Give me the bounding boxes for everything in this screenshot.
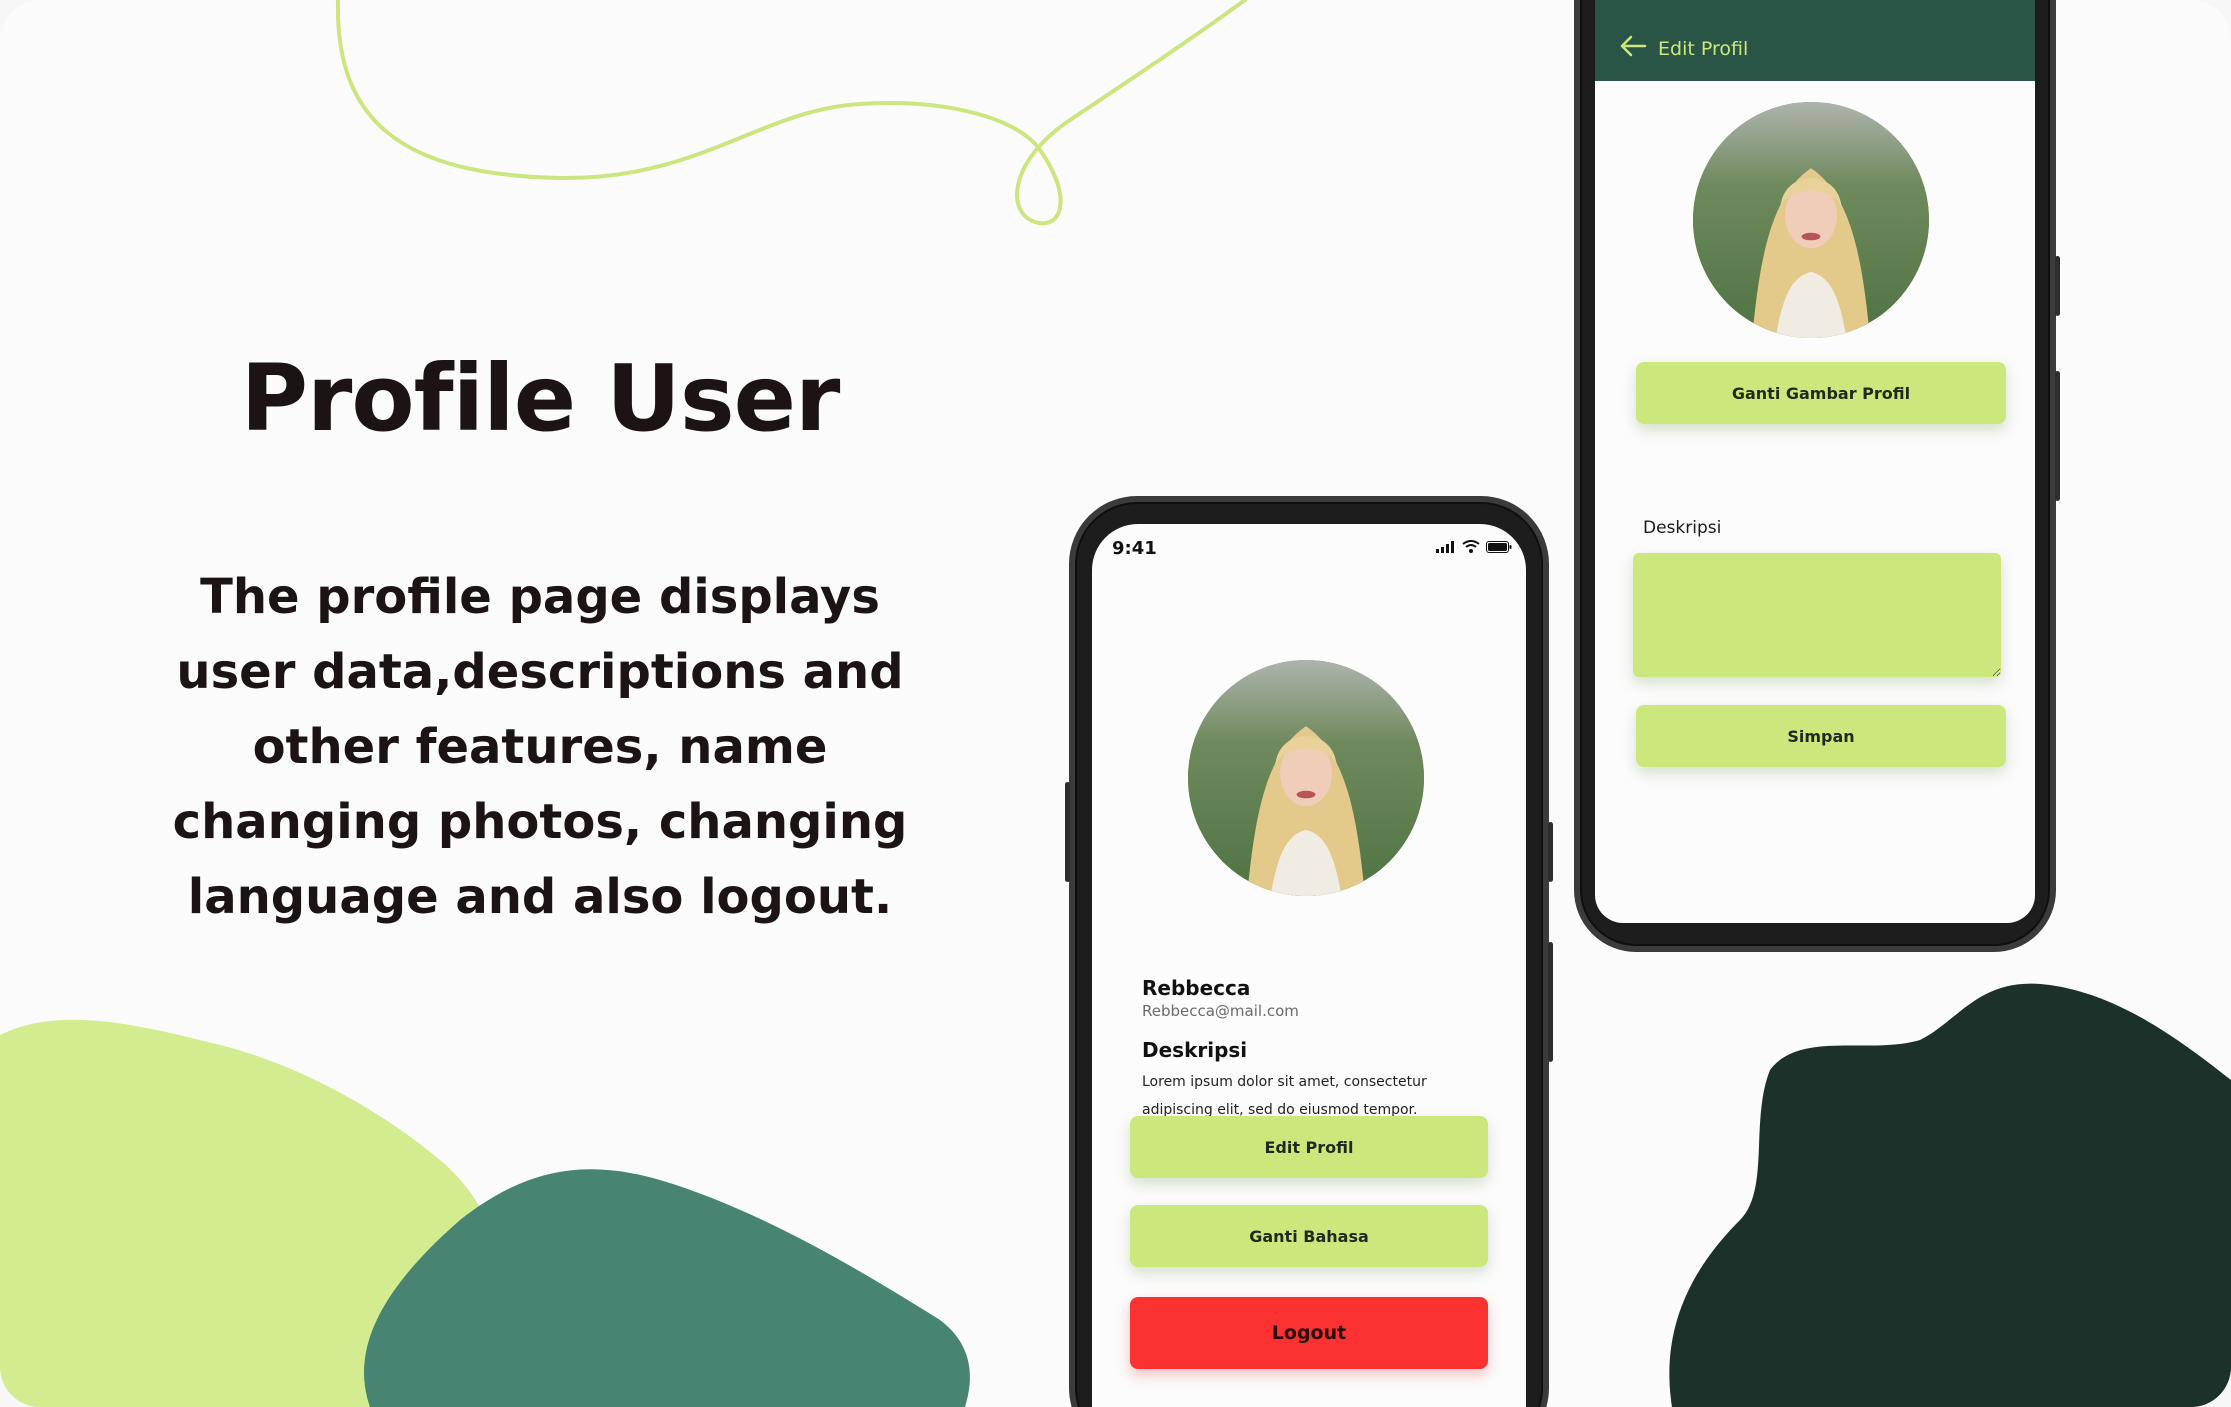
page-description: The profile page displays user data,desc… — [172, 569, 908, 925]
squiggle-line — [335, 0, 1247, 226]
save-button[interactable]: Simpan — [1636, 705, 2006, 767]
profile-phone-mockup: 9:41 Rebbecca Rebbecca@mail.com Deskrips… — [1065, 496, 1553, 1407]
phone-side-button — [2055, 371, 2060, 501]
logout-button[interactable]: Logout — [1130, 1297, 1488, 1369]
status-time: 9:41 — [1112, 538, 1157, 559]
edit-profile-screen: Edit Profil Ganti Gambar Profil Deskrips… — [1595, 0, 2035, 923]
blob-dark-green — [1669, 983, 2231, 1407]
phone-side-button — [2055, 256, 2060, 316]
phone-side-button — [1548, 822, 1553, 882]
description-label: Deskripsi — [1142, 1038, 1248, 1062]
description-field-label: Deskripsi — [1643, 518, 1722, 538]
presentation-canvas: Profile User The profile page displays u… — [0, 0, 2231, 1407]
page-title: Profile User — [240, 345, 841, 452]
wifi-icon — [1462, 540, 1480, 553]
status-bar: 9:41 — [1092, 524, 1526, 564]
arrow-left-icon[interactable] — [1619, 34, 1649, 58]
change-language-button[interactable]: Ganti Bahasa — [1130, 1205, 1488, 1267]
edit-profile-button[interactable]: Edit Profil — [1130, 1116, 1488, 1178]
user-email: Rebbecca@mail.com — [1142, 1002, 1299, 1020]
avatar[interactable] — [1188, 660, 1424, 896]
change-photo-button[interactable]: Ganti Gambar Profil — [1636, 362, 2006, 424]
signal-icon — [1436, 540, 1454, 553]
edit-profile-phone-mockup: Edit Profil Ganti Gambar Profil Deskrips… — [1574, 0, 2060, 952]
app-bar-title: Edit Profil — [1658, 38, 1749, 60]
phone-side-button — [1548, 942, 1553, 1062]
phone-side-button — [1065, 782, 1070, 882]
description-input[interactable] — [1633, 553, 2001, 677]
status-icons — [1436, 540, 1512, 553]
user-name: Rebbecca — [1142, 976, 1251, 1000]
profile-photo — [1188, 660, 1424, 896]
profile-photo — [1693, 102, 1929, 338]
app-bar: Edit Profil — [1595, 0, 2035, 81]
edit-avatar[interactable] — [1693, 102, 1929, 338]
profile-screen: 9:41 Rebbecca Rebbecca@mail.com Deskrips… — [1092, 524, 1526, 1407]
battery-icon — [1486, 540, 1512, 553]
